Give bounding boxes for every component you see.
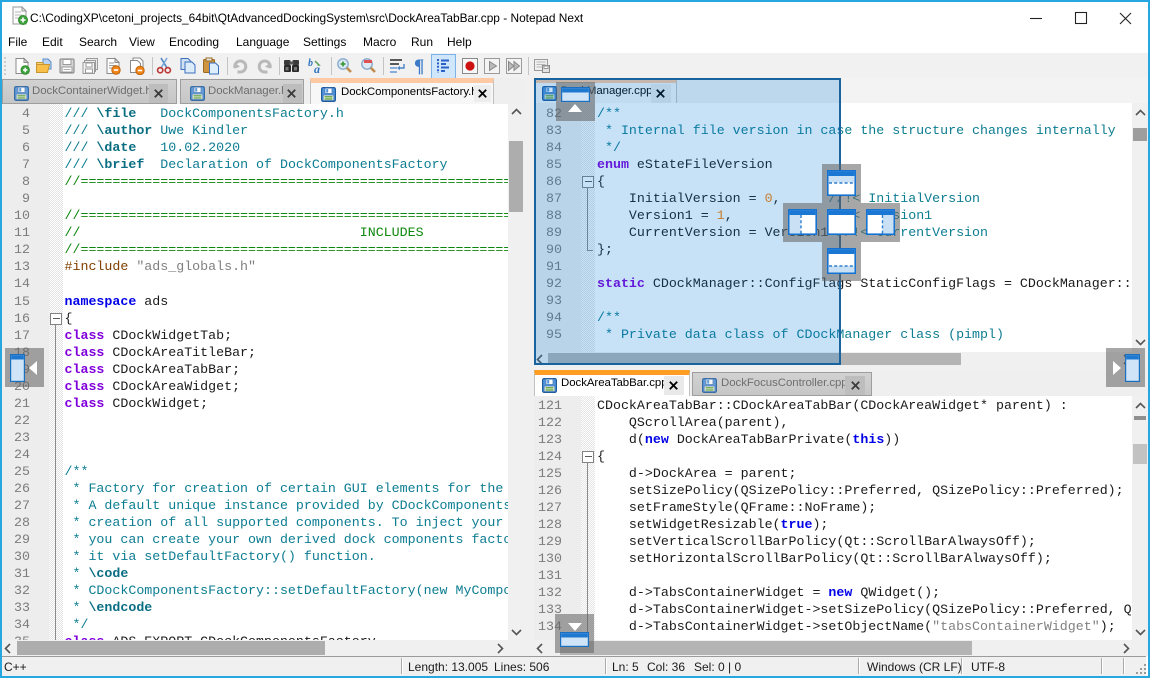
svg-text:b: b bbox=[308, 58, 313, 69]
svg-text:¶: ¶ bbox=[414, 57, 424, 75]
